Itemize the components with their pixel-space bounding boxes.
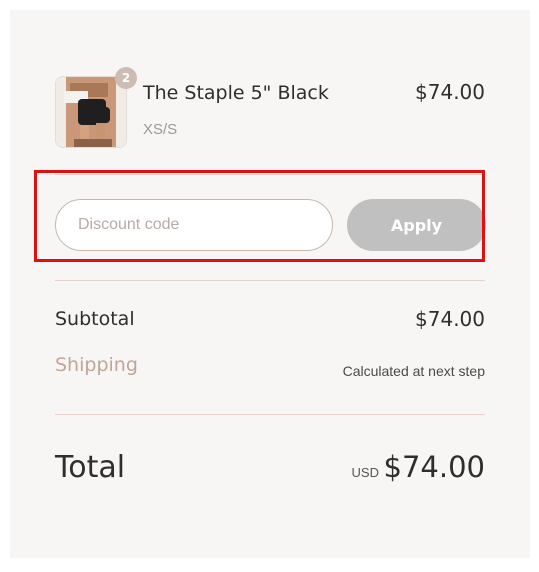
shipping-value: Calculated at next step xyxy=(342,363,485,379)
divider-middle xyxy=(55,280,485,281)
order-summary-panel: 2 The Staple 5" Black XS/S $74.00 Apply … xyxy=(10,10,530,558)
total-label: Total xyxy=(55,450,126,485)
total-currency: USD xyxy=(351,465,379,480)
subtotal-value: $74.00 xyxy=(415,307,485,331)
product-name: The Staple 5" Black xyxy=(143,82,329,104)
total-value: $74.00 xyxy=(383,450,485,484)
product-photo xyxy=(56,77,126,147)
apply-button[interactable]: Apply xyxy=(347,199,486,251)
divider-top xyxy=(55,174,485,175)
shipping-label: Shipping xyxy=(55,354,138,376)
product-variant: XS/S xyxy=(143,121,178,138)
product-thumbnail: 2 xyxy=(55,67,137,148)
product-price: $74.00 xyxy=(415,80,485,104)
divider-bottom xyxy=(55,414,485,415)
product-image xyxy=(55,76,127,148)
quantity-badge: 2 xyxy=(115,67,137,89)
discount-code-input[interactable] xyxy=(55,199,333,251)
subtotal-label: Subtotal xyxy=(55,308,135,330)
